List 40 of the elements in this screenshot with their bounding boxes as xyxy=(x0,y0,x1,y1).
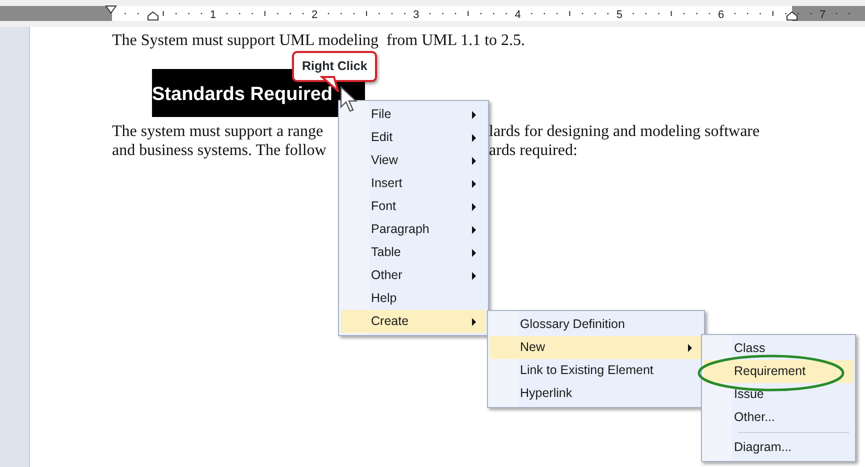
body-text: and business systems. The follow xyxy=(112,142,326,159)
menu-item[interactable]: Create xyxy=(341,310,486,333)
menu-item[interactable]: Edit xyxy=(341,126,486,149)
indent-marker-icon[interactable] xyxy=(148,11,158,20)
ruler-number: 6 xyxy=(718,9,724,21)
menu-item[interactable]: Requirement xyxy=(704,360,853,383)
indent-marker-icon[interactable] xyxy=(105,6,117,14)
submenu-arrow-icon xyxy=(472,134,476,142)
body-text: lards for designing and modeling software xyxy=(489,122,760,141)
menu-item[interactable]: Class xyxy=(704,337,853,360)
submenu-arrow-icon xyxy=(472,318,476,326)
submenu-arrow-icon xyxy=(472,272,476,280)
menu-item[interactable]: Font xyxy=(341,195,486,218)
submenu-arrow-icon xyxy=(472,180,476,188)
menu-item[interactable]: Paragraph xyxy=(341,218,486,241)
indent-marker-icon[interactable] xyxy=(786,11,798,20)
menu-item[interactable]: Other... xyxy=(704,406,853,429)
menu-item[interactable]: Issue xyxy=(704,383,853,406)
ruler-number: 3 xyxy=(413,9,420,21)
menu-item[interactable]: Help xyxy=(341,287,486,310)
body-text: The System must support UML modeling from UML 1.1 to 2.5. xyxy=(112,31,526,50)
menu-item[interactable]: Glossary Definition xyxy=(490,313,702,336)
submenu-arrow-icon xyxy=(688,344,692,352)
submenu-arrow-icon xyxy=(472,248,476,256)
ruler-number: 7 xyxy=(820,9,826,21)
submenu-arrow-icon xyxy=(472,110,476,118)
ruler-number: 4 xyxy=(514,9,521,21)
body-text: The system must support a range xyxy=(112,123,324,140)
submenu-arrow-icon xyxy=(472,156,476,164)
menu-item[interactable]: New xyxy=(490,336,702,359)
submenu-arrow-icon xyxy=(472,226,476,234)
ruler-number: 1 xyxy=(210,9,216,21)
menu-item[interactable]: Table xyxy=(341,241,486,264)
ruler-number: 2 xyxy=(312,9,318,21)
submenu-arrow-icon xyxy=(472,202,476,210)
ruler-number: 5 xyxy=(616,9,622,21)
menu-item[interactable]: View xyxy=(341,149,486,172)
body-text: ards required: xyxy=(489,141,578,160)
menu-item[interactable]: Insert xyxy=(341,172,486,195)
menu-item[interactable]: Other xyxy=(341,264,486,287)
